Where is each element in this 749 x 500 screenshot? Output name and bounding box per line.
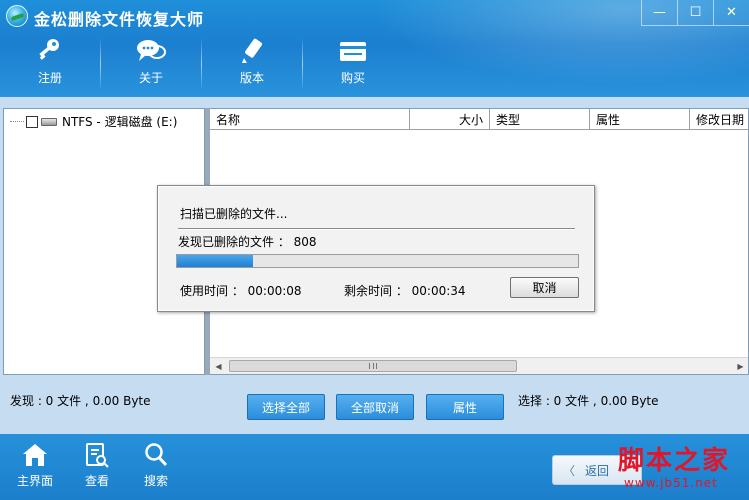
cancel-scan-button[interactable]: 取消 bbox=[510, 277, 579, 298]
column-header-attributes[interactable]: 属性 bbox=[590, 109, 690, 130]
column-header-name[interactable]: 名称 bbox=[210, 109, 410, 130]
buy-button[interactable]: 购买 bbox=[303, 34, 403, 94]
document-view-icon bbox=[86, 443, 109, 468]
app-logo-icon bbox=[6, 5, 28, 27]
drive-label: NTFS - 逻辑磁盘 (E:) bbox=[62, 115, 178, 129]
view-label: 查看 bbox=[84, 474, 109, 488]
window-controls: — ☐ ✕ bbox=[641, 0, 749, 26]
close-button[interactable]: ✕ bbox=[713, 0, 749, 26]
back-label: 返回 bbox=[585, 463, 610, 478]
chat-bubbles-icon bbox=[137, 40, 166, 61]
version-button[interactable]: 版本 bbox=[202, 34, 302, 94]
scroll-thumb[interactable] bbox=[229, 360, 517, 372]
key-icon bbox=[39, 39, 59, 60]
maximize-button[interactable]: ☐ bbox=[677, 0, 713, 26]
dialog-title: 扫描已删除的文件... bbox=[180, 207, 288, 221]
app-title: 金松删除文件恢复大师 bbox=[34, 10, 205, 29]
file-list-header: 名称 大小 类型 属性 修改日期 bbox=[210, 109, 748, 130]
register-button[interactable]: 注册 bbox=[0, 34, 100, 94]
elapsed-time: 使用时间 ： 00:00:08 bbox=[180, 284, 302, 298]
scroll-left-arrow[interactable]: ◀ bbox=[210, 358, 227, 374]
search-icon bbox=[145, 443, 168, 467]
scan-progress-bar bbox=[176, 254, 579, 268]
search-button[interactable]: 搜索 bbox=[131, 442, 181, 489]
buy-label: 购买 bbox=[340, 71, 365, 85]
view-button[interactable]: 查看 bbox=[72, 442, 122, 489]
chevron-left-icon: 〈 bbox=[563, 463, 576, 478]
site-watermark: 脚本之家 www.jb51.net bbox=[614, 438, 749, 500]
about-button[interactable]: 关于 bbox=[101, 34, 201, 94]
scroll-grip-icon bbox=[369, 363, 377, 369]
dialog-divider bbox=[178, 228, 575, 230]
tree-connector bbox=[10, 121, 24, 122]
home-icon bbox=[23, 444, 47, 466]
search-label: 搜索 bbox=[143, 474, 168, 488]
version-label: 版本 bbox=[239, 71, 264, 85]
minimize-button[interactable]: — bbox=[641, 0, 677, 26]
selected-status: 选择 : 0 文件 , 0.00 Byte bbox=[518, 394, 659, 408]
watermark-url: www.jb51.net bbox=[624, 476, 718, 490]
column-header-size[interactable]: 大小 bbox=[410, 109, 490, 130]
scan-progress-dialog: 扫描已删除的文件... 发现已删除的文件 ： 808 使用时间 ： 00:00:… bbox=[157, 185, 595, 312]
status-row: 发现 : 0 文件 , 0.00 Byte 选择全部 全部取消 属性 选择 : … bbox=[0, 380, 749, 430]
horizontal-scrollbar[interactable]: ◀ ▶ bbox=[210, 357, 748, 374]
deleted-files-found: 发现已删除的文件 ： 808 bbox=[178, 235, 317, 249]
select-all-button[interactable]: 选择全部 bbox=[247, 394, 325, 420]
card-icon bbox=[340, 42, 366, 61]
tree-item-drive[interactable]: NTFS - 逻辑磁盘 (E:) bbox=[10, 113, 177, 130]
drive-icon bbox=[41, 117, 57, 126]
scroll-right-arrow[interactable]: ▶ bbox=[732, 358, 748, 374]
pen-icon bbox=[242, 38, 263, 63]
column-header-type[interactable]: 类型 bbox=[490, 109, 590, 130]
remaining-time: 剩余时间 ： 00:00:34 bbox=[344, 284, 466, 298]
cancel-all-button[interactable]: 全部取消 bbox=[336, 394, 414, 420]
home-button[interactable]: 主界面 bbox=[10, 442, 60, 489]
drive-checkbox[interactable] bbox=[26, 115, 38, 128]
home-label: 主界面 bbox=[16, 474, 53, 488]
column-header-modified[interactable]: 修改日期 bbox=[690, 109, 748, 130]
progress-fill bbox=[177, 255, 254, 267]
register-label: 注册 bbox=[37, 71, 62, 85]
about-label: 关于 bbox=[138, 71, 163, 85]
properties-button[interactable]: 属性 bbox=[426, 394, 504, 420]
toolbar: 注册 关于 版本 购买 bbox=[0, 34, 403, 94]
title-toolbar: 金松删除文件恢复大师 — ☐ ✕ 注册 关于 版本 购买 bbox=[0, 0, 749, 97]
found-status: 发现 : 0 文件 , 0.00 Byte bbox=[10, 394, 151, 408]
watermark-text: 脚本之家 bbox=[618, 446, 731, 476]
